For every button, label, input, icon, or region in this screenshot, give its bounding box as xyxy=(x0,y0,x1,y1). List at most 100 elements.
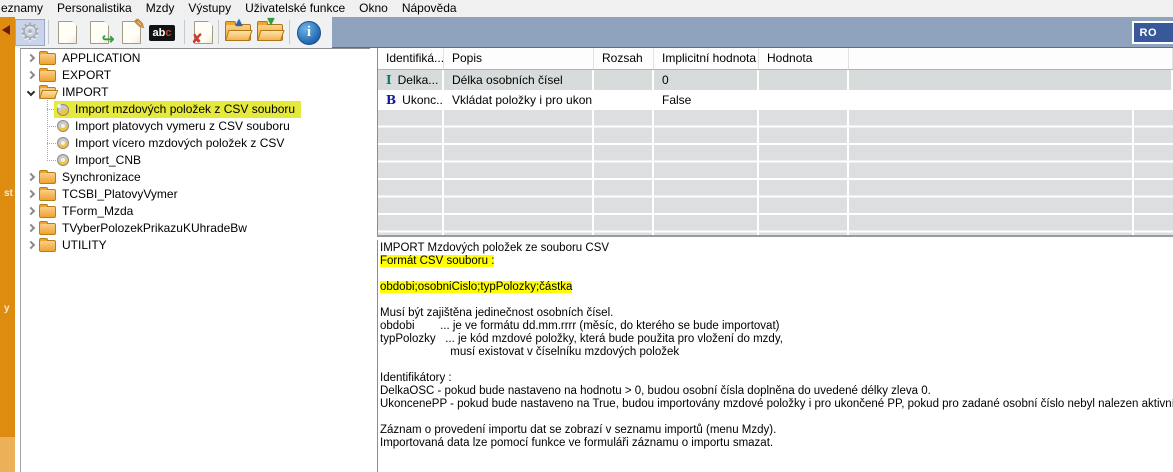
tree-connector xyxy=(47,143,56,144)
tree-item-label: Import platovych vymeru z CSV souboru xyxy=(75,118,290,135)
function-icon xyxy=(57,104,69,116)
rozsah-cell xyxy=(594,70,654,90)
info-button[interactable]: i xyxy=(295,19,323,46)
tree-item-tform-mzda[interactable]: TForm_Mzda xyxy=(21,203,370,220)
delete-document-button[interactable]: ✘ xyxy=(189,19,217,46)
grid-column-line xyxy=(1132,110,1134,235)
rename-button[interactable]: abc xyxy=(145,19,179,46)
menu-item-vystupy[interactable]: Výstupy xyxy=(181,0,238,17)
menu-item-uzivatelske-funkce[interactable]: Uživatelské funkce xyxy=(238,0,352,17)
tree-item-tvyberpolozek[interactable]: TVyberPolozekPrikazuKUhradeBw xyxy=(21,220,370,237)
tree-item-label: Import vícero mzdových položek z CSV xyxy=(75,135,284,152)
column-header-identifikator[interactable]: Identifiká... xyxy=(378,48,444,69)
tree-item-application[interactable]: APPLICATION xyxy=(21,50,370,67)
tree-item-import-cnb[interactable]: Import_CNB xyxy=(21,152,370,169)
tree-item-label: Import_CNB xyxy=(75,152,141,169)
docked-panel-tab[interactable]: st y xyxy=(0,17,15,472)
column-header-implicitni-hodnota[interactable]: Implicitní hodnota xyxy=(654,48,759,69)
grid-header-row: Identifiká... Popis Rozsah Implicitní ho… xyxy=(378,48,1173,70)
import-folder-button[interactable]: ▼ xyxy=(255,19,285,46)
menu-item-mzdy[interactable]: Mzdy xyxy=(139,0,182,17)
tree-item-label: TForm_Mzda xyxy=(62,203,133,220)
description-line: Importovaná data lze pomocí funkce ve fo… xyxy=(378,437,1173,450)
folder-export-icon: ▲ xyxy=(225,24,251,41)
tree-item-label: IMPORT xyxy=(62,84,108,101)
window-badge: RO xyxy=(1132,21,1173,44)
tree-item-import-vicero[interactable]: Import vícero mzdových položek z CSV xyxy=(21,135,370,152)
empty-cell xyxy=(849,70,1173,90)
document-delete-icon: ✘ xyxy=(194,21,213,44)
description-line xyxy=(378,294,1173,307)
chevron-right-icon[interactable] xyxy=(27,71,35,79)
chevron-right-icon[interactable] xyxy=(27,54,35,62)
grid-column-line xyxy=(847,110,849,235)
column-header-empty xyxy=(849,48,1173,69)
tree-item-synchronizace[interactable]: Synchronizace xyxy=(21,169,370,186)
table-row[interactable]: BUkonc... Vkládat položky i pro ukon... … xyxy=(378,90,1173,110)
grid-column-line xyxy=(757,110,759,235)
tree-item-utility[interactable]: UTILITY xyxy=(21,237,370,254)
description-line: UkoncenePP - pokud bude nastaveno na Tru… xyxy=(378,398,1173,411)
tree-item-import[interactable]: IMPORT xyxy=(21,84,370,101)
open-document-button[interactable]: ↪ xyxy=(85,19,113,46)
red-x-icon: ✘ xyxy=(192,32,203,45)
chevron-right-icon[interactable] xyxy=(27,190,35,198)
type-boolean-icon: B xyxy=(386,93,396,107)
tree-item-export[interactable]: EXPORT xyxy=(21,67,370,84)
export-folder-button[interactable]: ▲ xyxy=(223,19,253,46)
description-line: Záznam o provedení importu dat se zobraz… xyxy=(378,424,1173,437)
function-description-panel: IMPORT Mzdových položek ze souboru CSV F… xyxy=(377,240,1173,472)
chevron-down-icon[interactable] xyxy=(27,88,35,96)
implicitni-hodnota-cell: False xyxy=(654,90,759,110)
tree-item-import-mzdovych-polozek[interactable]: Import mzdových položek z CSV souboru xyxy=(21,101,370,118)
settings-button[interactable]: ⚙ xyxy=(15,19,45,46)
tree-item-label: TCSBI_PlatovyVymer xyxy=(62,186,178,203)
description-line xyxy=(378,268,1173,281)
title-band: RO xyxy=(332,17,1173,48)
tree-item-import-platovych-vymeru[interactable]: Import platovych vymeru z CSV souboru xyxy=(21,118,370,135)
folder-icon xyxy=(39,223,56,235)
chevron-right-icon[interactable] xyxy=(27,207,35,215)
identifier-cell: BUkonc... xyxy=(378,90,444,110)
menu-bar: eznamy Personalistika Mzdy Výstupy Uživa… xyxy=(0,0,1173,17)
popis-cell: Délka osobních čísel xyxy=(444,70,594,90)
menu-item-okno[interactable]: Okno xyxy=(352,0,395,17)
tree-item-label: TVyberPolozekPrikazuKUhradeBw xyxy=(62,220,247,237)
green-down-arrow-icon: ▼ xyxy=(265,15,277,27)
column-header-hodnota[interactable]: Hodnota xyxy=(759,48,849,69)
tree-item-tcsbi-platovyvymer[interactable]: TCSBI_PlatovyVymer xyxy=(21,186,370,203)
hodnota-cell[interactable] xyxy=(759,90,849,110)
column-header-popis[interactable]: Popis xyxy=(444,48,594,69)
blue-up-arrow-icon: ▲ xyxy=(233,16,245,28)
menu-item-personalistika[interactable]: Personalistika xyxy=(50,0,139,17)
chevron-right-icon[interactable] xyxy=(27,224,35,232)
tree-item-label: APPLICATION xyxy=(62,50,140,67)
new-document-button[interactable] xyxy=(53,19,81,46)
hodnota-cell[interactable] xyxy=(759,70,849,90)
collapse-panel-arrow-icon[interactable] xyxy=(2,25,10,35)
open-folder-icon xyxy=(39,87,56,99)
highlighted-text: Formát CSV souboru : xyxy=(380,255,494,267)
menu-item-napoveda[interactable]: Nápověda xyxy=(395,0,464,17)
table-row[interactable]: IDelka... Délka osobních čísel 0 xyxy=(378,70,1173,90)
description-line: Identifikátory : xyxy=(378,372,1173,385)
docked-tab-segment[interactable] xyxy=(0,437,15,472)
toolbar-separator xyxy=(184,20,185,44)
description-line xyxy=(378,411,1173,424)
folder-icon xyxy=(39,189,56,201)
menu-item-seznamy[interactable]: eznamy xyxy=(0,0,50,17)
function-icon xyxy=(57,154,69,166)
application-window: eznamy Personalistika Mzdy Výstupy Uživa… xyxy=(0,0,1173,472)
pencil-icon: ✎ xyxy=(134,17,146,31)
chevron-right-icon[interactable] xyxy=(27,173,35,181)
edit-document-button[interactable]: ✎ xyxy=(117,19,145,46)
new-document-icon xyxy=(58,21,77,44)
green-arrow-icon: ↪ xyxy=(102,32,115,47)
toolbar-separator xyxy=(289,20,290,44)
gear-icon: ⚙ xyxy=(19,21,41,45)
chevron-right-icon[interactable] xyxy=(27,241,35,249)
description-line: Musí být zajištěna jedinečnost osobních … xyxy=(378,307,1173,320)
column-header-rozsah[interactable]: Rozsah xyxy=(594,48,654,69)
parameter-grid: Identifiká... Popis Rozsah Implicitní ho… xyxy=(377,48,1173,237)
grid-column-line xyxy=(652,110,654,235)
